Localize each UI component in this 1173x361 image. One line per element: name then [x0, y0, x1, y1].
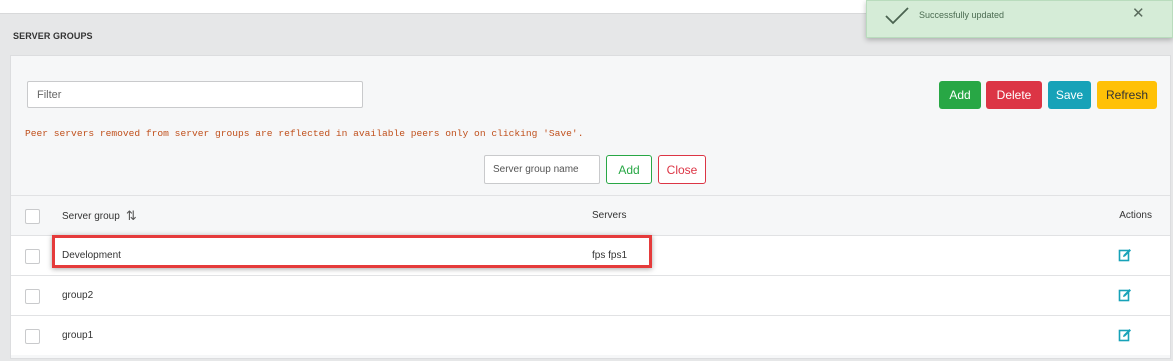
sort-icon[interactable]: ⇅	[126, 196, 137, 236]
section-title: SERVER GROUPS	[13, 31, 93, 41]
server-groups-table: Server group ⇅ Servers Actions Developmen…	[11, 195, 1170, 355]
info-note: Peer servers removed from server groups …	[25, 128, 584, 139]
close-icon[interactable]: ✕	[1132, 4, 1145, 22]
server-group-cell: Development	[62, 250, 121, 261]
filter-input[interactable]	[27, 81, 363, 108]
refresh-button[interactable]: Refresh	[1097, 81, 1157, 109]
save-button[interactable]: Save	[1048, 81, 1091, 109]
select-all-checkbox[interactable]	[25, 209, 40, 224]
header-server-group[interactable]: Server group ⇅	[62, 196, 137, 237]
row-checkbox[interactable]	[25, 249, 40, 264]
server-groups-panel: Add Delete Save Refresh Peer servers rem…	[10, 55, 1171, 359]
table-row[interactable]: group2	[11, 275, 1170, 315]
row-checkbox[interactable]	[25, 329, 40, 344]
server-group-name-input[interactable]	[484, 155, 600, 184]
edit-icon[interactable]	[1118, 328, 1132, 342]
add-button[interactable]: Add	[939, 81, 981, 109]
header-servers: Servers	[592, 210, 627, 221]
edit-icon[interactable]	[1118, 288, 1132, 302]
delete-button[interactable]: Delete	[986, 81, 1042, 109]
table-row[interactable]: Development fps fps1	[11, 235, 1170, 275]
table-row[interactable]: group1	[11, 315, 1170, 355]
header-actions: Actions	[1119, 210, 1152, 221]
header-server-group-label: Server group	[62, 211, 120, 222]
success-toast: Successfully updated ✕	[866, 0, 1173, 38]
add-group-button[interactable]: Add	[606, 155, 652, 184]
table-header: Server group ⇅ Servers Actions	[11, 195, 1170, 235]
toast-message: Successfully updated	[919, 10, 1005, 20]
servers-cell: fps fps1	[592, 250, 628, 261]
row-checkbox[interactable]	[25, 289, 40, 304]
check-icon	[885, 7, 909, 25]
close-button[interactable]: Close	[658, 155, 706, 184]
server-group-cell: group2	[62, 290, 94, 301]
server-group-cell: group1	[62, 330, 94, 341]
edit-icon[interactable]	[1118, 248, 1132, 262]
